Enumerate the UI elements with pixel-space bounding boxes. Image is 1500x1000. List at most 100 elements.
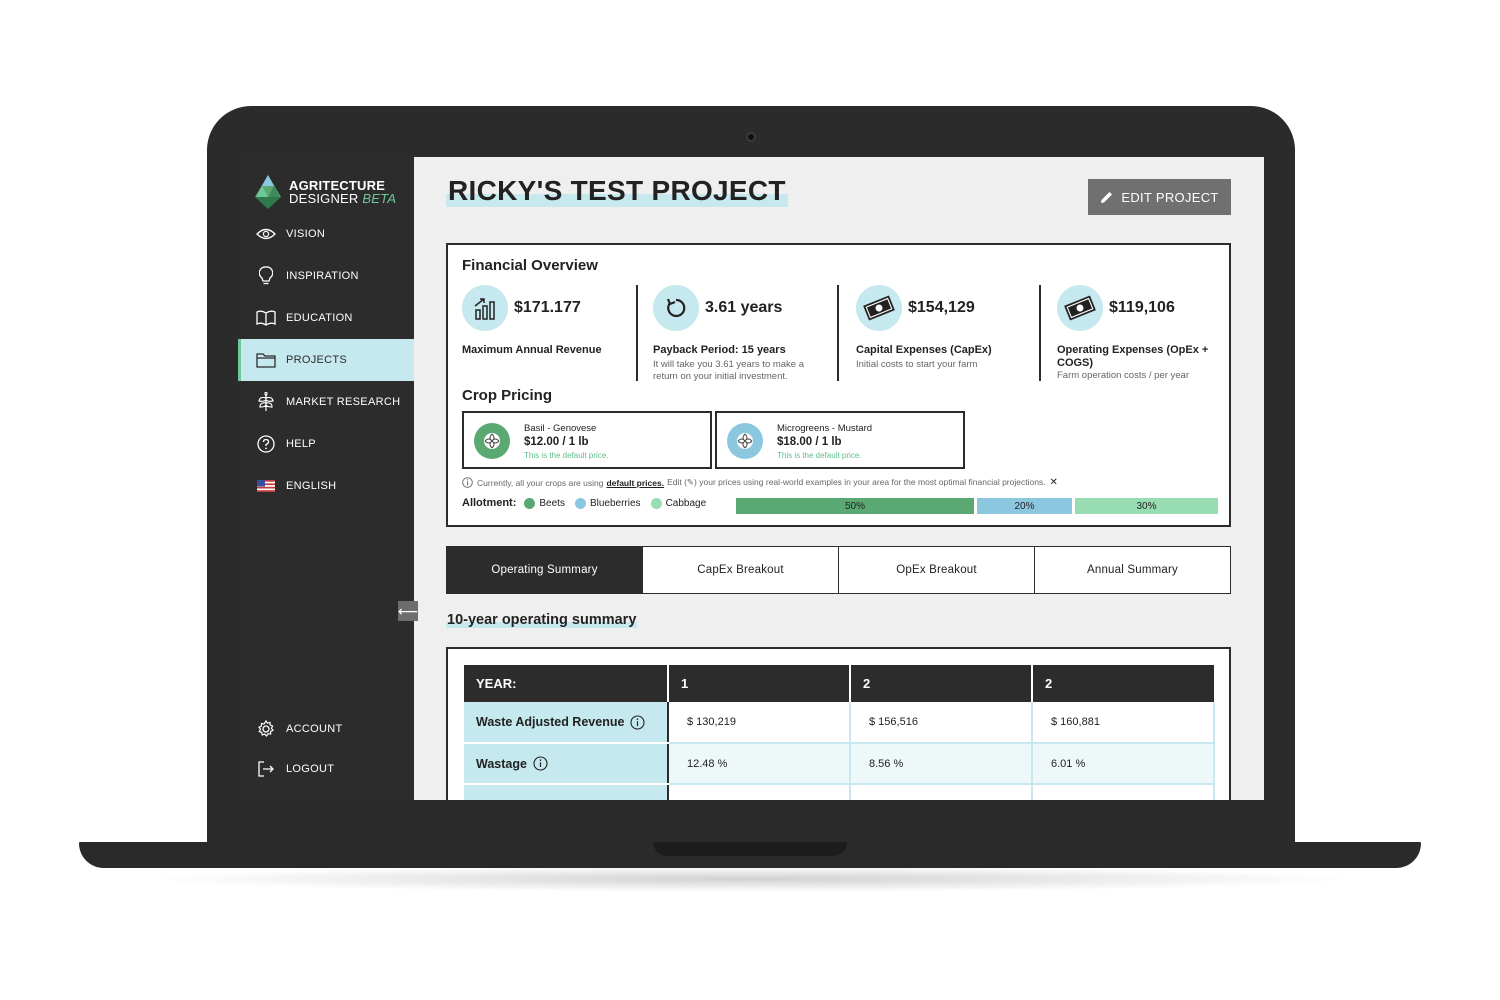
tab-opex-breakout[interactable]: OpEx Breakout xyxy=(839,547,1035,593)
sidebar-item-label: MARKET RESEARCH xyxy=(286,396,401,408)
table-row-partial xyxy=(464,784,1215,800)
table-row: Waste Adjusted Revenue $ 130,219 $ 156,5… xyxy=(464,702,1215,744)
table-cell xyxy=(850,784,1033,800)
table-header: 2 xyxy=(850,665,1033,702)
sidebar-item-label: HELP xyxy=(286,438,316,450)
financial-overview-card: Financial Overview $171.177 Maximum Annu… xyxy=(446,243,1231,527)
table-cell: 8.56 % xyxy=(850,743,1033,785)
sidebar-item-account[interactable]: ACCOUNT xyxy=(238,708,414,750)
operating-summary-table: YEAR: 1 2 2 Waste Adjusted Revenue $ 130… xyxy=(464,665,1215,800)
metric-divider xyxy=(837,285,839,381)
us-flag-icon xyxy=(256,476,276,496)
default-prices-link[interactable]: default prices. xyxy=(606,478,664,488)
gear-icon xyxy=(256,719,276,739)
metric-label: Operating Expenses (OpEx + COGS) xyxy=(1057,344,1209,369)
operating-summary-card: YEAR: 1 2 2 Waste Adjusted Revenue $ 130… xyxy=(446,647,1231,800)
table-header: 1 xyxy=(668,665,851,702)
money-icon xyxy=(1057,285,1103,331)
info-icon[interactable] xyxy=(533,756,548,771)
sidebar-item-projects[interactable]: PROJECTS xyxy=(238,339,414,381)
legend-blueberries: Blueberries xyxy=(574,497,641,509)
question-icon xyxy=(256,434,276,454)
lightbulb-icon xyxy=(256,266,276,286)
metric-value: 3.61 years xyxy=(705,299,783,316)
table-cell xyxy=(1032,784,1215,800)
metric-payback-period: 3.61 years Payback Period: 15 years It w… xyxy=(653,285,833,382)
crop-card-microgreens[interactable]: Microgreens - Mustard $18.00 / 1 lb This… xyxy=(715,411,965,469)
row-label: Waste Adjusted Revenue xyxy=(476,715,625,729)
table-header: YEAR: xyxy=(464,665,669,702)
sidebar-item-help[interactable]: HELP xyxy=(238,423,414,465)
crop-price: $18.00 / 1 lb xyxy=(777,436,842,448)
sidebar-item-education[interactable]: EDUCATION xyxy=(238,297,414,339)
brand-designer: DESIGNER xyxy=(289,191,359,206)
sidebar-item-label: INSPIRATION xyxy=(286,270,359,282)
info-icon xyxy=(462,477,473,488)
legend-dot xyxy=(524,497,536,509)
tab-operating-summary[interactable]: Operating Summary xyxy=(447,547,643,593)
basil-icon xyxy=(474,423,510,459)
sidebar-item-english[interactable]: ENGLISH xyxy=(238,465,414,507)
pencil-icon xyxy=(1101,191,1113,203)
tab-capex-breakout[interactable]: CapEx Breakout xyxy=(643,547,839,593)
legend-dot xyxy=(574,497,586,509)
sidebar-item-logout[interactable]: LOGOUT xyxy=(238,748,414,790)
table-cell: $ 160,881 xyxy=(1032,702,1215,744)
metric-value: $119,106 xyxy=(1109,299,1175,316)
laptop-notch xyxy=(653,842,847,856)
edit-project-button[interactable]: EDIT PROJECT xyxy=(1088,179,1231,215)
logout-icon xyxy=(256,759,276,779)
row-label-cell xyxy=(464,784,669,800)
sidebar: AGRITECTURE DESIGNER BETA VISION INSPIRA… xyxy=(238,157,414,800)
legend-label: Blueberries xyxy=(589,497,641,509)
webcam xyxy=(746,132,756,142)
allotment-legend: Allotment: Beets Blueberries Cabbage xyxy=(462,497,716,509)
table-row: Wastage 12.48 % 8.56 % 6.01 % xyxy=(464,743,1215,785)
metric-label: Payback Period: 15 years xyxy=(653,344,786,356)
tab-annual-summary[interactable]: Annual Summary xyxy=(1035,547,1230,593)
legend-cabbage: Cabbage xyxy=(650,497,707,509)
sidebar-item-label: EDUCATION xyxy=(286,312,353,324)
metric-max-revenue: $171.177 Maximum Annual Revenue xyxy=(462,285,630,381)
default-prices-notice: Currently, all your crops are using defa… xyxy=(462,477,1058,488)
crop-card-basil[interactable]: Basil - Genovese $12.00 / 1 lb This is t… xyxy=(462,411,712,469)
table-cell: 12.48 % xyxy=(668,743,851,785)
summary-tabs: Operating Summary CapEx Breakout OpEx Br… xyxy=(446,546,1231,594)
section-title: 10-year operating summary xyxy=(446,612,638,628)
legend-label: Beets xyxy=(539,497,565,509)
table-cell xyxy=(668,784,851,800)
allotment-segment-cabbage: 30% xyxy=(1075,498,1218,514)
agritecture-logo-icon xyxy=(255,175,281,209)
crop-pricing-heading: Crop Pricing xyxy=(462,387,553,404)
crop-name: Basil - Genovese xyxy=(524,423,597,434)
brand[interactable]: AGRITECTURE DESIGNER BETA xyxy=(255,175,396,209)
brand-name: AGRITECTURE DESIGNER BETA xyxy=(289,179,396,205)
sidebar-item-market-research[interactable]: MARKET RESEARCH xyxy=(238,381,414,423)
metric-divider xyxy=(636,285,638,381)
row-label: Wastage xyxy=(476,756,527,771)
sidebar-item-label: PROJECTS xyxy=(286,354,348,366)
metric-description: It will take you 3.61 years to make a re… xyxy=(653,359,805,382)
refresh-icon xyxy=(653,285,699,331)
legend-beets: Beets xyxy=(524,497,565,509)
sidebar-item-inspiration[interactable]: INSPIRATION xyxy=(238,255,414,297)
close-notice-icon[interactable]: ✕ xyxy=(1050,477,1058,488)
app-screen: AGRITECTURE DESIGNER BETA VISION INSPIRA… xyxy=(238,157,1264,800)
folder-icon xyxy=(256,350,276,370)
legend-label: Cabbage xyxy=(665,497,707,509)
sidebar-item-label: VISION xyxy=(286,228,326,240)
financial-overview-heading: Financial Overview xyxy=(462,257,598,274)
table-cell: $ 130,219 xyxy=(668,702,851,744)
info-icon[interactable] xyxy=(630,714,645,730)
legend-dot xyxy=(650,497,662,509)
metric-label: Maximum Annual Revenue xyxy=(462,344,602,356)
sidebar-item-vision[interactable]: VISION xyxy=(238,213,414,255)
table-header-row: YEAR: 1 2 2 xyxy=(464,665,1214,702)
table-header: 2 xyxy=(1032,665,1214,702)
allotment-segment-blueberries: 20% xyxy=(977,498,1072,514)
sidebar-item-label: ENGLISH xyxy=(286,480,337,492)
metric-description: Farm operation costs / per year xyxy=(1057,370,1189,381)
metric-label: Capital Expenses (CapEx) xyxy=(856,344,992,356)
eye-icon xyxy=(256,224,276,244)
table-cell: 6.01 % xyxy=(1032,743,1215,785)
